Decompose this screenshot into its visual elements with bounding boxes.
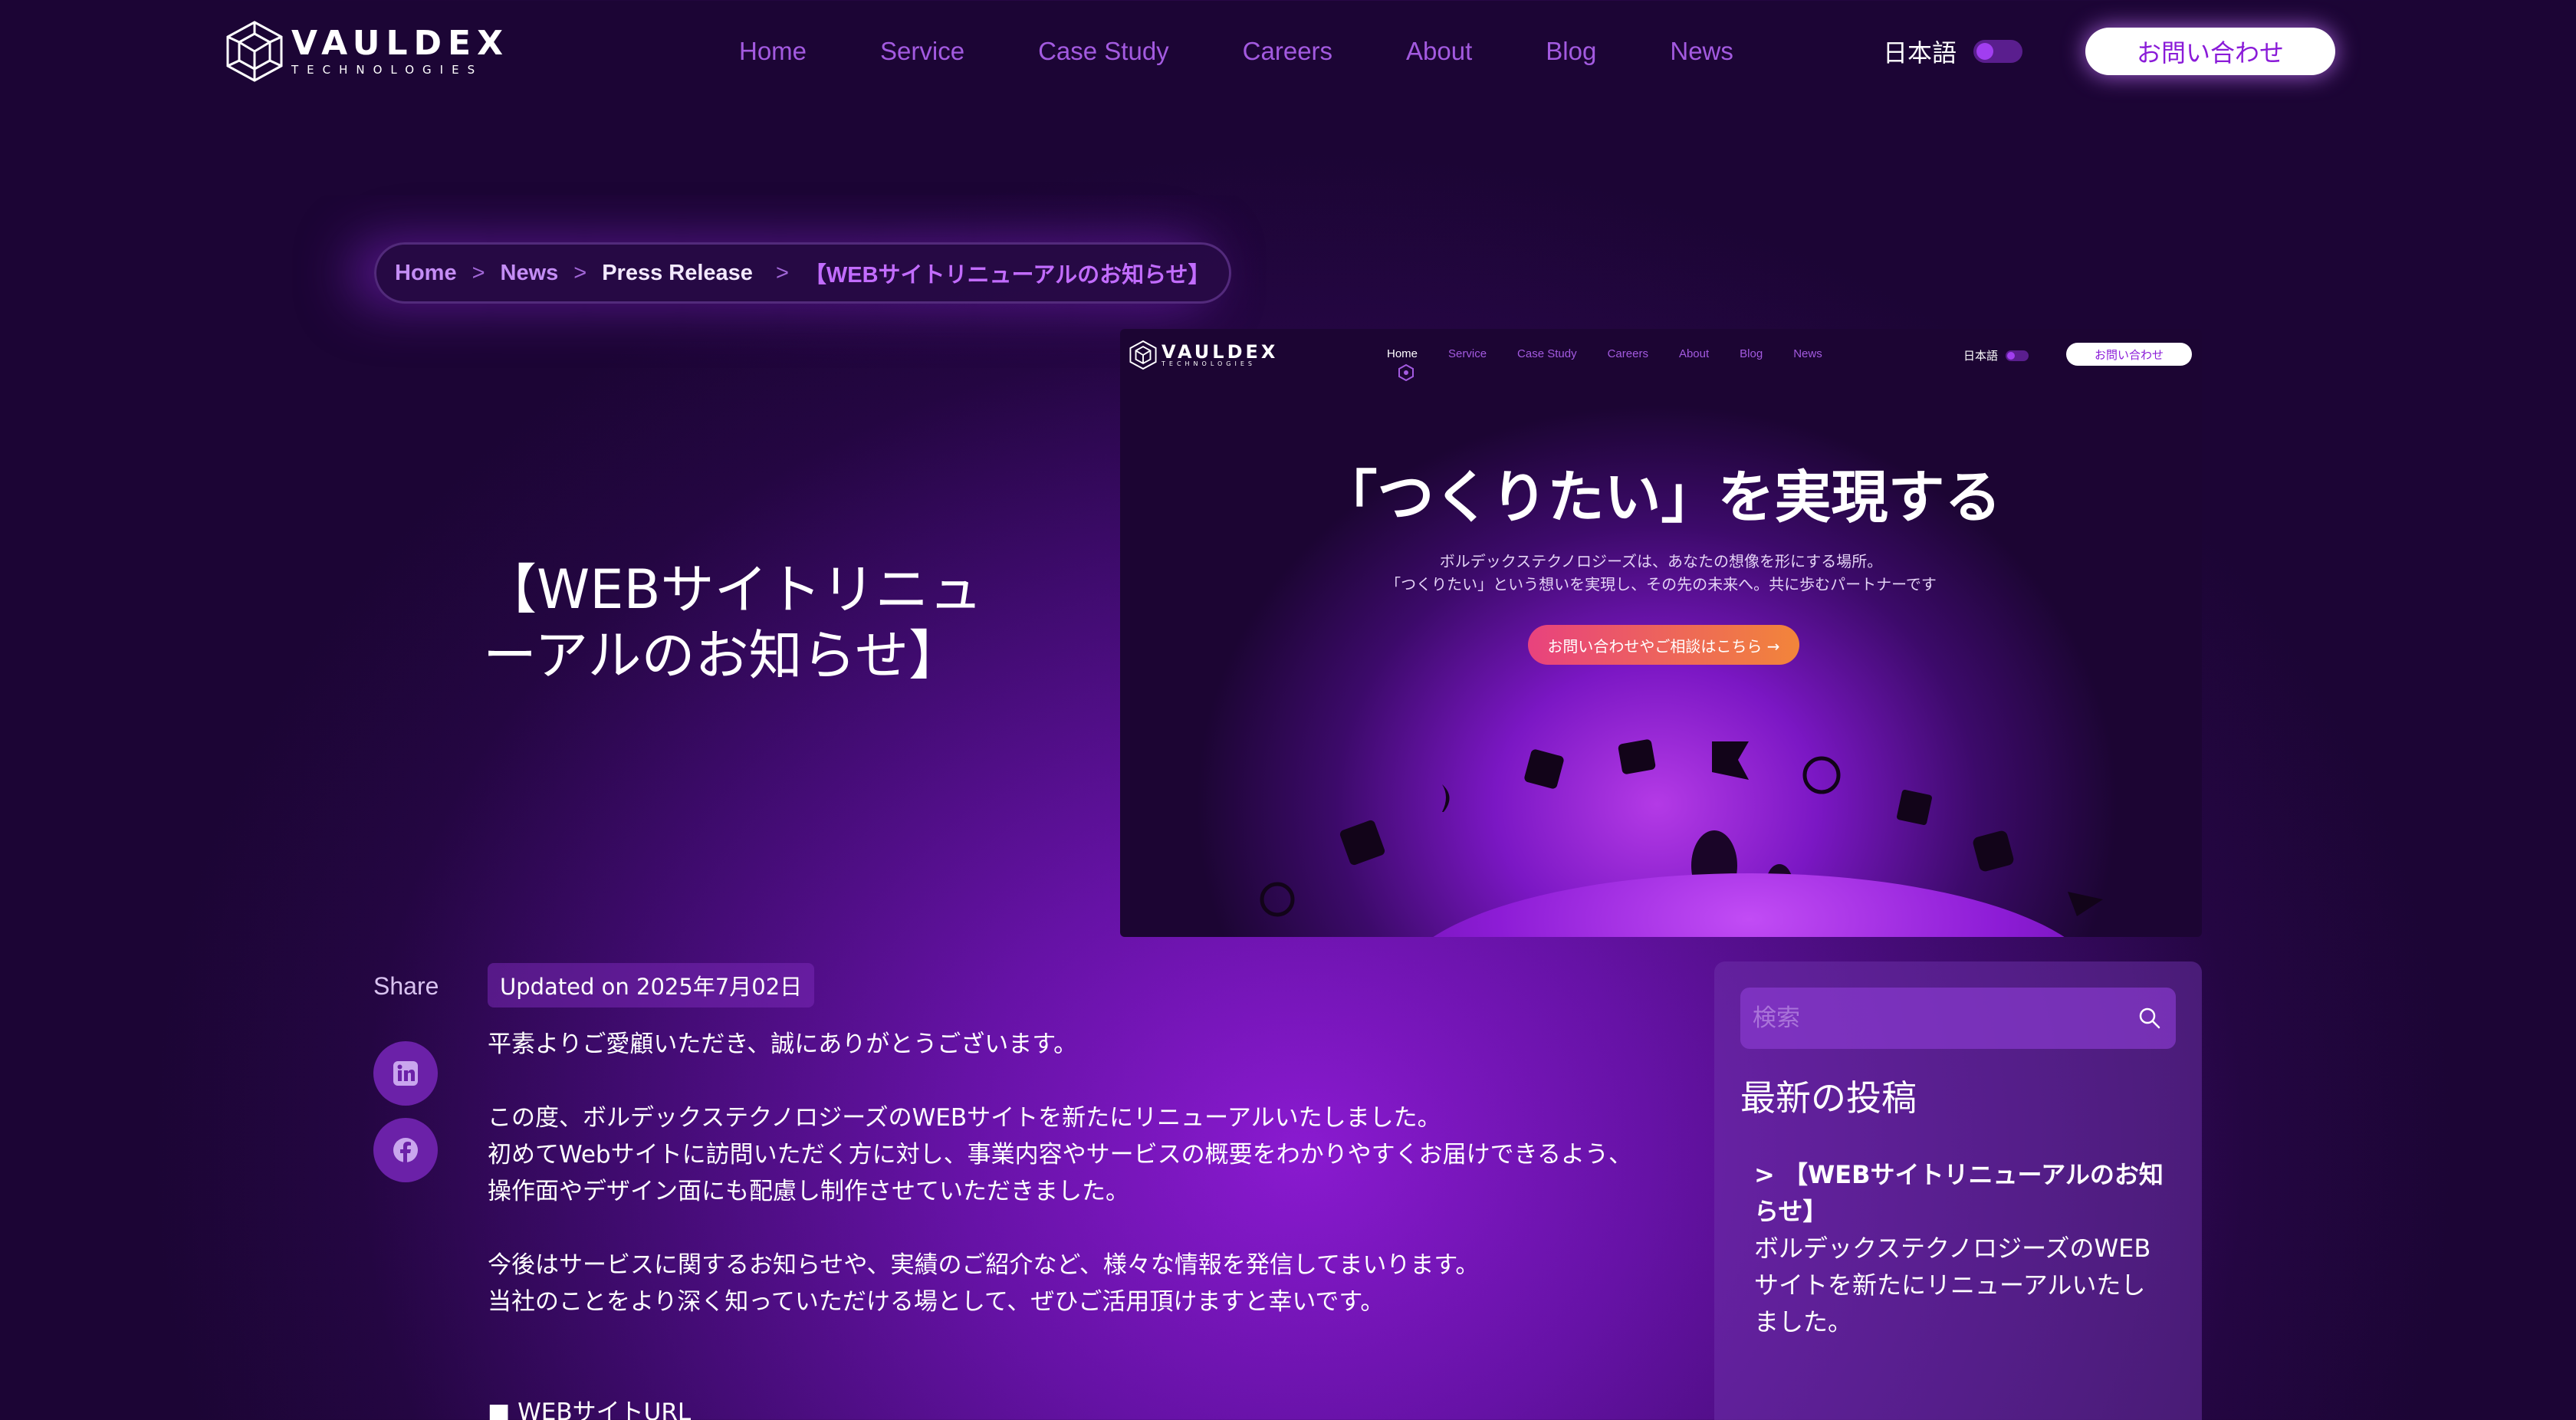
breadcrumb-press-release[interactable]: Press Release [602, 261, 753, 286]
article-hero-image: VAULDEX TECHNOLOGIES Home Service Case S… [1120, 329, 2202, 937]
facebook-share-button[interactable] [373, 1118, 438, 1182]
top-navigation: VAULDEX TECHNOLOGIES Home Service Case S… [0, 0, 2576, 104]
logo-subtitle: TECHNOLOGIES [291, 63, 484, 77]
breadcrumb-separator: > [775, 260, 789, 285]
language-label: 日本語 [1883, 38, 1957, 67]
article-paragraph: この度、ボルデックステクノロジーズのWEBサイトを新たにリニューアルいたしました… [488, 1104, 1632, 1205]
breadcrumb-separator: > [472, 260, 485, 285]
nav-case-study[interactable]: Case Study [1038, 32, 1169, 71]
article-body: 平素よりご愛顧いただき、誠にありがとうございます。 この度、ボルデックステクノロ… [488, 1026, 1684, 1357]
search-icon[interactable] [2137, 1006, 2162, 1030]
recent-post-excerpt: ボルデックステクノロジーズのWEBサイトを新たにリニューアルいたしました。 [1754, 1234, 2151, 1336]
language-toggle[interactable] [1973, 40, 2023, 63]
logo-name: VAULDEX [291, 24, 510, 63]
sidebar: 最新の投稿 > 【WEBサイトリニューアルのお知らせ】 ボルデックステクノロジー… [1714, 961, 2202, 1420]
nav-blog[interactable]: Blog [1546, 32, 1596, 71]
nav-service[interactable]: Service [880, 32, 964, 71]
search-box [1740, 988, 2176, 1049]
article-paragraph: 平素よりご愛顧いただき、誠にありがとうございます。 [488, 1030, 1078, 1058]
website-url-label: ■ WEBサイトURL [488, 1399, 692, 1420]
breadcrumb-separator: > [573, 260, 587, 285]
linkedin-share-button[interactable] [373, 1041, 438, 1106]
breadcrumb-current: 【WEBサイトリニューアルのお知らせ】 [803, 263, 1211, 288]
updated-date-badge: Updated on 2025年7月02日 [488, 963, 815, 1007]
nav-news[interactable]: News [1670, 32, 1733, 71]
nav-home[interactable]: Home [739, 32, 807, 71]
vauldex-logo[interactable]: VAULDEX TECHNOLOGIES [225, 20, 509, 83]
search-input[interactable] [1753, 988, 2113, 1049]
recent-post-item[interactable]: > 【WEBサイトリニューアルのお知らせ】 ボルデックステクノロジーズのWEBサ… [1754, 1156, 2168, 1340]
tech-icons-illustration [1260, 739, 2103, 917]
linkedin-icon [393, 1061, 418, 1086]
main-menu: Home Service Case Study Careers About Bl… [739, 32, 1733, 71]
page-title: 【WEBサイトリニューアルのお知らせ】 [483, 558, 983, 687]
hexagon-cube-icon [226, 21, 283, 82]
contact-button[interactable]: お問い合わせ [2085, 28, 2335, 75]
toggle-knob [1976, 43, 1994, 60]
nav-about[interactable]: About [1406, 32, 1472, 71]
language-switcher: 日本語 [1883, 34, 2023, 69]
breadcrumb-home[interactable]: Home [395, 261, 457, 286]
facebook-icon [393, 1138, 418, 1162]
breadcrumb: Home > News > Press Release > 【WEBサイトリニュ… [374, 242, 1231, 304]
article-paragraph: 今後はサービスに関するお知らせや、実績のご紹介など、様々な情報を発信してまいりま… [488, 1251, 1480, 1316]
nav-careers[interactable]: Careers [1243, 32, 1332, 71]
breadcrumb-news[interactable]: News [501, 261, 559, 286]
share-label: Share [373, 972, 439, 1000]
recent-posts-title: 最新の投稿 [1740, 1077, 1917, 1119]
recent-post-title[interactable]: > 【WEBサイトリニューアルのお知らせ】 [1754, 1156, 2168, 1230]
